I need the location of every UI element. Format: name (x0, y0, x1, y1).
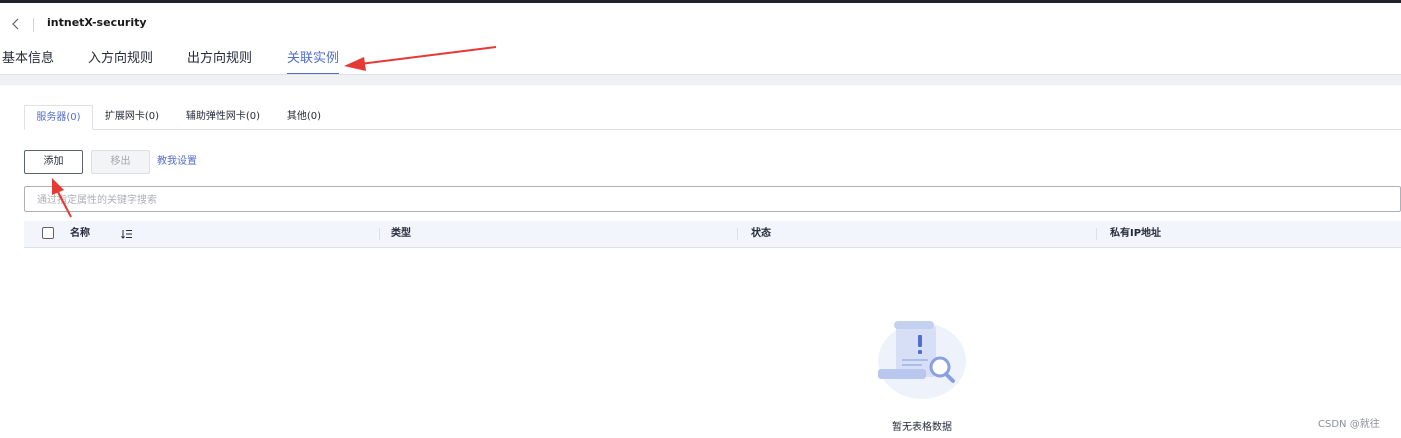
column-separator (1096, 228, 1097, 240)
subtab-supplementary-nic[interactable]: 辅助弹性网卡(0) (177, 105, 269, 129)
empty-state-text: 暂无表格数据 (892, 422, 952, 433)
column-header-status: 状态 (751, 228, 771, 239)
search-box[interactable] (24, 186, 1401, 212)
subtab-other[interactable]: 其他(0) (280, 105, 328, 129)
chevron-left-icon[interactable] (9, 17, 23, 31)
column-header-name[interactable]: 名称 (70, 221, 90, 247)
empty-document-icon (878, 321, 966, 399)
tab-outbound-rules[interactable]: 出方向规则 (187, 47, 252, 75)
search-input[interactable] (35, 188, 1379, 212)
table-header: 名称 类型 状态 私有IP地址 (24, 221, 1401, 248)
help-settings-link[interactable]: 教我设置 (157, 150, 197, 174)
sub-tabs: 服务器(0) 扩展网卡(0) 辅助弹性网卡(0) 其他(0) (24, 105, 1401, 130)
content-gap (0, 75, 1401, 85)
subtab-extension-nic[interactable]: 扩展网卡(0) (96, 105, 168, 129)
column-header-private-ip: 私有IP地址 (1110, 228, 1162, 239)
sort-icon[interactable] (121, 221, 133, 247)
remove-button: 移出 (91, 150, 150, 174)
select-all-checkbox[interactable] (42, 227, 54, 239)
tab-associated-instances[interactable]: 关联实例 (287, 47, 340, 75)
header-divider (33, 18, 34, 32)
column-separator (379, 228, 380, 240)
page-header: intnetX-security 基本信息 入方向规则 出方向规则 关联实例 (0, 3, 1401, 75)
column-separator (737, 228, 738, 240)
tab-basic-info[interactable]: 基本信息 (2, 47, 54, 75)
column-header-type: 类型 (391, 228, 411, 239)
page-title: intnetX-security (47, 16, 147, 29)
main-content: 服务器(0) 扩展网卡(0) 辅助弹性网卡(0) 其他(0) 添加 移出 教我设… (0, 85, 1401, 438)
watermark: CSDN @就往 (1318, 419, 1380, 430)
tab-inbound-rules[interactable]: 入方向规则 (88, 47, 153, 75)
add-button[interactable]: 添加 (24, 150, 83, 174)
subtab-servers[interactable]: 服务器(0) (24, 105, 93, 130)
